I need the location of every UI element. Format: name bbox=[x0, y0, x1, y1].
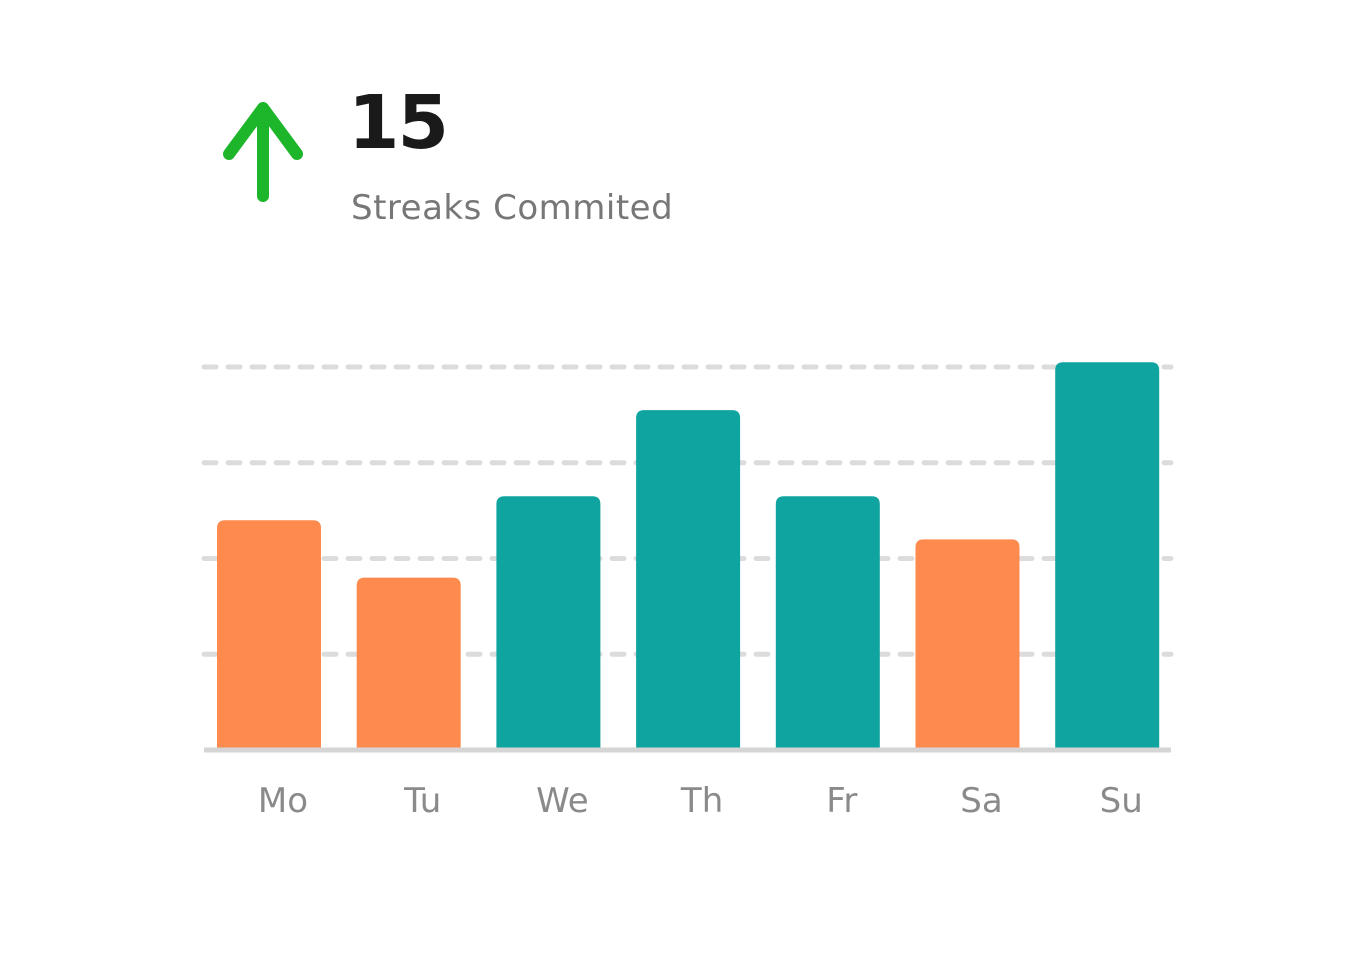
x-tick-label-tu: Tu bbox=[403, 781, 441, 821]
bar-sa[interactable] bbox=[915, 539, 1020, 750]
bar-we[interactable] bbox=[496, 496, 601, 750]
x-tick-label-fr: Fr bbox=[826, 781, 857, 821]
weekly-bar-chart: Mo Tu We Th Fr Sa Su bbox=[201, 362, 1174, 821]
bar-th[interactable] bbox=[636, 410, 741, 750]
x-tick-label-we: We bbox=[536, 781, 589, 821]
bar-su[interactable] bbox=[1055, 362, 1160, 750]
x-tick-label-sa: Sa bbox=[960, 781, 1002, 821]
x-tick-label-su: Su bbox=[1100, 781, 1143, 821]
bar-fr[interactable] bbox=[775, 496, 880, 750]
x-tick-label-mo: Mo bbox=[258, 781, 308, 821]
bar-mo[interactable] bbox=[217, 520, 321, 750]
x-tick-labels: Mo Tu We Th Fr Sa Su bbox=[258, 781, 1143, 821]
x-tick-label-th: Th bbox=[680, 781, 723, 821]
bar-tu[interactable] bbox=[356, 577, 461, 750]
